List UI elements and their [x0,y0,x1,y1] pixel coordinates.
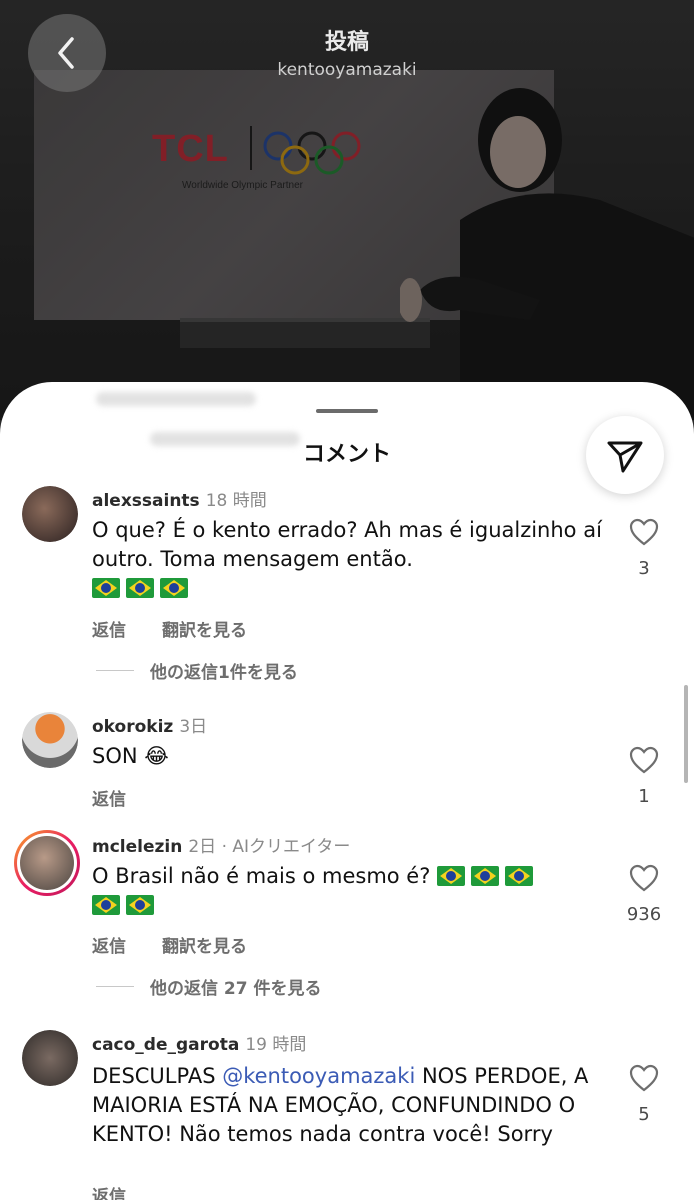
comment-username[interactable]: caco_de_garota [92,1035,239,1055]
scrollbar[interactable] [684,685,688,783]
avatar[interactable] [22,1030,78,1086]
brazil-flag-icon [505,866,534,886]
comments-sheet: コメント alexssaints 18 時間 O que? É o kento e… [0,382,694,1200]
comment-time: 3日 [179,717,208,737]
translate-button[interactable]: 翻訳を見る [162,621,247,641]
like-count: 3 [638,558,650,579]
paper-plane-icon [607,441,643,473]
heart-outline-icon [629,864,659,892]
blurred-content [96,392,256,406]
share-button[interactable] [586,416,664,494]
like-count: 5 [638,1104,650,1125]
comment-time: 2日 · AIクリエイター [188,837,351,857]
view-replies-button[interactable]: 他の返信1件を見る [96,658,298,683]
avatar[interactable] [22,486,78,542]
avatar[interactable] [22,712,78,768]
comment-text: SON 😂 [92,744,169,768]
brazil-flag-icon [126,895,154,915]
brazil-flag-icon [160,578,188,598]
reply-button[interactable]: 返信 [92,1187,126,1200]
comment-username[interactable]: mclelezin [92,837,182,857]
like-button[interactable]: 5 [622,1064,666,1125]
like-count: 936 [626,904,662,925]
divider [96,986,134,987]
post-author[interactable]: kentooyamazaki [0,60,694,80]
brazil-flag-icon [437,866,466,886]
sheet-grabber[interactable] [316,409,378,413]
brazil-flag-icon [471,866,500,886]
comment-username[interactable]: okorokiz [92,717,173,737]
like-button[interactable]: 3 [622,518,666,579]
like-button[interactable]: 936 [622,864,666,925]
heart-outline-icon [629,746,659,774]
comment-username[interactable]: alexssaints [92,491,200,511]
comment-text: O que? É o kento errado? Ah mas é igualz… [92,516,612,603]
comment-time: 19 時間 [245,1035,307,1055]
translate-button[interactable]: 翻訳を見る [162,937,247,957]
heart-outline-icon [629,1064,659,1092]
reply-button[interactable]: 返信 [92,790,126,810]
heart-outline-icon [629,518,659,546]
comment-text: O Brasil não é mais o mesmo é? [92,862,612,920]
brazil-flag-icon [92,895,120,915]
view-replies-button[interactable]: 他の返信 27 件を見る [96,974,322,999]
comment-time: 18 時間 [205,491,267,511]
reply-button[interactable]: 返信 [92,621,126,641]
reply-button[interactable]: 返信 [92,937,126,957]
like-count: 1 [638,786,650,807]
divider [96,670,134,671]
mention-link[interactable]: @kentooyamazaki [222,1064,415,1088]
avatar-story-ring[interactable] [14,830,80,896]
brazil-flag-icon [126,578,154,598]
page-title: 投稿 [324,30,369,55]
comment-text: DESCULPAS @kentooyamazaki NOS PERDOE, A … [92,1064,589,1146]
brazil-flag-icon [92,578,120,598]
like-button[interactable]: 1 [622,746,666,807]
